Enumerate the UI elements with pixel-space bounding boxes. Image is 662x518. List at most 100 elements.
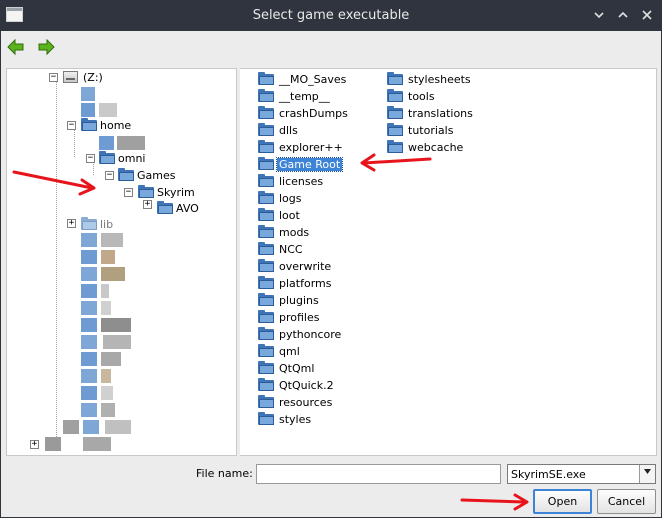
folder-icon (258, 344, 275, 358)
file-list-item-label: platforms (279, 276, 332, 290)
file-list-item-label: NCC (279, 242, 303, 256)
file-list-item[interactable]: tutorials (387, 122, 455, 138)
file-list-item-label: profiles (279, 310, 320, 324)
file-list-item[interactable]: dlls (258, 122, 300, 138)
folder-icon (258, 242, 275, 256)
file-type-select[interactable]: SkyrimSE.exe (507, 464, 656, 484)
redacted-item (81, 403, 131, 417)
file-list-item-label: plugins (279, 293, 319, 307)
file-list-item-label: loot (279, 208, 300, 222)
minimize-button[interactable] (589, 5, 609, 25)
file-list-item[interactable]: platforms (258, 275, 333, 291)
folder-icon (81, 118, 98, 132)
tree-collapse-toggle[interactable]: − (67, 121, 76, 130)
forward-button[interactable] (37, 38, 55, 56)
tree-node-home[interactable]: home (81, 117, 131, 133)
folder-icon (118, 168, 135, 182)
redacted-item (81, 267, 131, 281)
directory-tree[interactable]: − (Z:) − home − omni − Games − Skyrim + (6, 68, 237, 456)
file-list-item[interactable]: Game Root (258, 156, 344, 172)
redacted-item (81, 233, 131, 247)
file-list-item[interactable]: QtQuick.2 (258, 377, 336, 393)
file-type-value: SkyrimSE.exe (511, 468, 586, 481)
tree-expand-toggle[interactable]: + (143, 200, 152, 209)
folder-icon (387, 72, 404, 86)
close-button[interactable] (637, 5, 657, 25)
back-button[interactable] (7, 38, 25, 56)
folder-icon (81, 217, 98, 231)
file-list-item[interactable]: profiles (258, 309, 321, 325)
file-list[interactable]: __MO_Saves __temp__ crashDumps dlls explorer… (240, 68, 657, 456)
folder-icon (157, 201, 174, 215)
tree-node-lib[interactable]: lib (81, 216, 113, 232)
tree-expand-toggle[interactable]: + (67, 219, 76, 228)
folder-icon (99, 151, 116, 165)
file-list-item[interactable]: NCC (258, 241, 305, 257)
folder-icon (258, 310, 275, 324)
file-name-input[interactable] (256, 464, 501, 484)
folder-icon (258, 225, 275, 239)
file-list-item[interactable]: __temp__ (258, 88, 332, 104)
folder-icon (258, 89, 275, 103)
tree-collapse-toggle[interactable]: − (124, 188, 133, 197)
file-list-item[interactable]: logs (258, 190, 304, 206)
redacted-item (81, 87, 101, 101)
tree-expand-toggle[interactable]: + (30, 440, 39, 449)
tree-collapse-toggle[interactable]: − (105, 171, 114, 180)
file-list-item-label: stylesheets (408, 72, 471, 86)
folder-icon (258, 395, 275, 409)
redacted-item (81, 369, 131, 383)
file-list-item[interactable]: mods (258, 224, 311, 240)
file-list-item[interactable]: plugins (258, 292, 321, 308)
folder-icon (387, 140, 404, 154)
folder-icon (258, 412, 275, 426)
file-list-item[interactable]: loot (258, 207, 302, 223)
file-list-item[interactable]: __MO_Saves (258, 71, 348, 87)
tree-node-omni[interactable]: omni (99, 150, 145, 166)
file-list-item-label: qml (279, 344, 300, 358)
file-list-item[interactable]: QtQml (258, 360, 316, 376)
tree-collapse-toggle[interactable]: − (49, 73, 58, 82)
file-list-item[interactable]: stylesheets (387, 71, 473, 87)
tree-node-avo[interactable]: AVO (157, 200, 199, 216)
tree-node-games[interactable]: Games (118, 167, 175, 183)
folder-icon (258, 123, 275, 137)
file-list-item[interactable]: licenses (258, 173, 325, 189)
file-list-item[interactable]: resources (258, 394, 334, 410)
file-list-item[interactable]: explorer++ (258, 139, 345, 155)
file-list-item[interactable]: pythoncore (258, 326, 343, 342)
file-list-item[interactable]: overwrite (258, 258, 333, 274)
tree-node-drive[interactable]: (Z:) (63, 69, 103, 85)
tree-collapse-toggle[interactable]: − (86, 154, 95, 163)
file-list-item-label: overwrite (279, 259, 332, 273)
file-list-item[interactable]: qml (258, 343, 302, 359)
redacted-item (45, 437, 125, 451)
tree-node-label: Skyrim (157, 185, 195, 199)
folder-icon (258, 259, 275, 273)
forward-arrow-icon (38, 38, 55, 56)
open-button[interactable]: Open (533, 489, 592, 514)
drive-icon (63, 71, 78, 83)
file-list-item[interactable]: tools (387, 88, 437, 104)
file-list-item[interactable]: crashDumps (258, 105, 350, 121)
file-list-item-label: Game Root (275, 156, 344, 172)
folder-icon (258, 293, 275, 307)
redacted-item (81, 250, 131, 264)
back-arrow-icon (7, 38, 24, 56)
file-list-item[interactable]: styles (258, 411, 313, 427)
redacted-item (81, 352, 131, 366)
dropdown-button[interactable] (639, 465, 655, 483)
redacted-item (63, 420, 143, 434)
cancel-button[interactable]: Cancel (597, 489, 656, 514)
file-list-item-label: explorer++ (279, 140, 343, 154)
tree-guide-line (74, 127, 75, 157)
folder-icon (258, 106, 275, 120)
chevron-up-icon (618, 11, 628, 18)
file-list-item[interactable]: webcache (387, 139, 465, 155)
redacted-item (81, 335, 141, 349)
file-list-item-label: webcache (408, 140, 464, 154)
maximize-button[interactable] (613, 5, 633, 25)
triangle-down-icon (644, 469, 651, 474)
file-list-item[interactable]: translations (387, 105, 475, 121)
tree-node-skyrim[interactable]: Skyrim (138, 184, 195, 200)
